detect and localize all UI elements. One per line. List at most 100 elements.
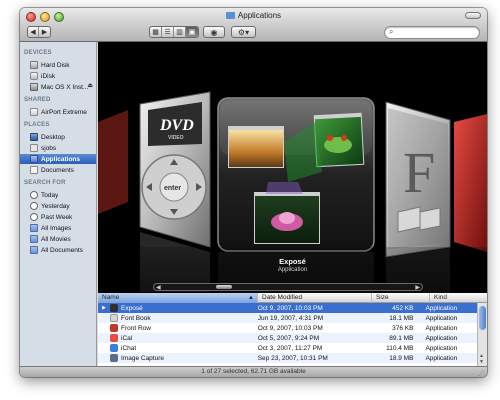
eject-icon[interactable]: ⏏ xyxy=(87,82,93,89)
file-name: Font Book xyxy=(121,314,151,322)
size-cell: 376 KB xyxy=(392,324,414,332)
dvd-logo-subtext: VIDEO xyxy=(168,135,184,141)
list-view-icon[interactable]: ☰ xyxy=(162,27,174,37)
list-header: Name ▲ Date Modified Size Kind xyxy=(98,293,487,303)
table-row[interactable]: iChat Oct 3, 2007, 11:27 PM 110.4 MB App… xyxy=(98,343,477,353)
smart-folder-icon xyxy=(30,235,38,243)
date-cell: Oct 9, 2007, 10:03 PM xyxy=(257,304,323,312)
sidebar-item-desktop[interactable]: Desktop xyxy=(20,132,96,142)
expose-cover[interactable] xyxy=(217,97,375,252)
quick-look-button[interactable]: ◉ xyxy=(203,26,225,38)
far-left-cover[interactable] xyxy=(98,110,128,214)
idisk-icon xyxy=(30,72,38,80)
back-arrow-icon[interactable]: ◀ xyxy=(28,27,39,37)
size-cell: 452 KB xyxy=(392,304,414,312)
sidebar-item-label: Past Week xyxy=(41,213,73,221)
kind-cell: Application xyxy=(425,314,458,322)
sidebar-section-places: PLACES xyxy=(24,122,50,128)
size-cell: 18.1 MB xyxy=(389,314,414,322)
sidebar-section-search-for: SEARCH FOR xyxy=(24,180,66,186)
column-header-label: Name xyxy=(102,294,120,301)
install-disk-icon xyxy=(30,83,38,91)
sidebar-item-label: Desktop xyxy=(41,133,65,141)
file-name: Image Capture xyxy=(121,354,164,362)
disclosure-triangle-icon[interactable]: ▶ xyxy=(102,305,110,311)
sidebar-item-label: All Documents xyxy=(41,246,83,254)
date-cell: Oct 5, 2007, 9:24 PM xyxy=(257,334,320,342)
kind-cell: Application xyxy=(425,324,458,332)
list-scroll-thumb[interactable] xyxy=(479,306,486,330)
resize-grip-icon[interactable]: ⋰ xyxy=(478,369,484,377)
table-row[interactable]: Front Row Oct 9, 2007, 10:03 PM 376 KB A… xyxy=(98,323,477,333)
back-forward-control: ◀ ▶ xyxy=(27,26,51,38)
name-cell: ▶ Exposé xyxy=(98,304,254,312)
column-header-name[interactable]: Name ▲ xyxy=(98,293,258,303)
forward-arrow-icon[interactable]: ▶ xyxy=(39,27,50,37)
network-icon xyxy=(30,108,38,116)
toolbar-toggle-button[interactable] xyxy=(465,12,481,19)
column-view-icon[interactable]: ▥ xyxy=(174,27,186,37)
far-right-cover[interactable] xyxy=(454,114,487,252)
name-cell: iCal xyxy=(98,334,254,342)
table-row[interactable]: ▶ Exposé Oct 9, 2007, 10:03 PM 452 KB Ap… xyxy=(98,303,477,313)
sidebar-item-all-images[interactable]: All Images xyxy=(20,223,96,233)
column-header-size[interactable]: Size xyxy=(372,293,430,303)
expose-app-icon xyxy=(110,304,118,312)
image-capture-app-icon xyxy=(110,354,118,362)
column-header-date[interactable]: Date Modified xyxy=(258,293,372,303)
kind-cell: Application xyxy=(425,304,458,312)
coverflow-pane[interactable]: DVD VIDEO enter F Exposé Application ◀ ▶ xyxy=(98,42,487,293)
sidebar-item-today[interactable]: Today xyxy=(20,190,96,200)
sidebar-item-yesterday[interactable]: Yesterday xyxy=(20,201,96,211)
sidebar-item-mac-os-x-install[interactable]: Mac OS X Inst... ⏏ xyxy=(20,82,96,92)
dvd-player-cover[interactable]: DVD VIDEO enter xyxy=(139,91,211,248)
window-title-label: Applications xyxy=(237,11,282,20)
file-name: iCal xyxy=(121,334,133,342)
kind-cell: Application xyxy=(425,344,458,352)
sidebar-section-shared: SHARED xyxy=(24,97,51,103)
sidebar-item-past-week[interactable]: Past Week xyxy=(20,212,96,222)
coverflow-scroll-thumb[interactable] xyxy=(216,285,232,289)
file-name: Front Row xyxy=(121,324,151,332)
sidebar-item-sjobs[interactable]: sjobs xyxy=(20,143,96,153)
sidebar-item-idisk[interactable]: iDisk xyxy=(20,71,96,81)
sidebar-item-hard-disk[interactable]: Hard Disk xyxy=(20,60,96,70)
dvd-logo-text: DVD xyxy=(159,117,194,134)
table-row[interactable]: iCal Oct 5, 2007, 9:24 PM 89.1 MB Applic… xyxy=(98,333,477,343)
sidebar-item-applications[interactable]: Applications xyxy=(20,154,96,164)
column-header-kind[interactable]: Kind xyxy=(430,293,487,303)
list-scrollbar[interactable]: ▲ ▼ xyxy=(477,303,487,366)
sidebar-item-all-movies[interactable]: All Movies xyxy=(20,234,96,244)
scroll-arrows-icon[interactable]: ▲ ▼ xyxy=(479,353,484,365)
enter-button-label: enter xyxy=(164,185,181,192)
coverflow-covers: DVD VIDEO enter F xyxy=(98,91,487,293)
sidebar-item-label: AirPort Extreme xyxy=(41,108,87,116)
search-field[interactable]: ⌕ xyxy=(384,26,480,39)
sidebar-item-all-documents[interactable]: All Documents xyxy=(20,245,96,255)
sidebar-section-devices: DEVICES xyxy=(24,50,52,56)
applications-icon xyxy=(30,155,38,163)
font-book-cover[interactable]: F xyxy=(385,101,451,258)
ical-app-icon xyxy=(110,334,118,342)
kind-cell: Application xyxy=(425,334,458,342)
icon-view-icon[interactable]: ▦ xyxy=(150,27,162,37)
view-switcher: ▦ ☰ ▥ ▣ xyxy=(149,26,199,38)
desktop-icon xyxy=(30,133,38,141)
table-row[interactable]: Font Book Jun 19, 2007, 4:31 PM 18.1 MB … xyxy=(98,313,477,323)
scroll-left-icon[interactable]: ◀ xyxy=(156,284,161,291)
table-row[interactable]: Image Capture Sep 23, 2007, 10:31 PM 18.… xyxy=(98,353,477,363)
status-text: 1 of 27 selected, 62.71 GB available xyxy=(201,368,306,375)
coverflow-view-icon[interactable]: ▣ xyxy=(186,27,198,37)
file-name: Exposé xyxy=(121,304,143,312)
search-input[interactable] xyxy=(399,28,475,37)
sidebar-item-airport-extreme[interactable]: AirPort Extreme xyxy=(20,107,96,117)
date-cell: Jun 19, 2007, 4:31 PM xyxy=(257,314,324,322)
scroll-right-icon[interactable]: ▶ xyxy=(415,284,420,291)
sidebar: DEVICES Hard Disk iDisk Mac OS X Inst...… xyxy=(20,42,97,366)
coverflow-selected-kind: Application xyxy=(277,267,308,273)
action-menu-button[interactable]: ⚙▾ xyxy=(231,26,256,38)
sidebar-item-documents[interactable]: Documents xyxy=(20,165,96,175)
smart-folder-icon xyxy=(30,246,38,254)
name-cell: iChat xyxy=(98,344,254,352)
coverflow-scrollbar[interactable]: ◀ ▶ xyxy=(153,283,423,291)
